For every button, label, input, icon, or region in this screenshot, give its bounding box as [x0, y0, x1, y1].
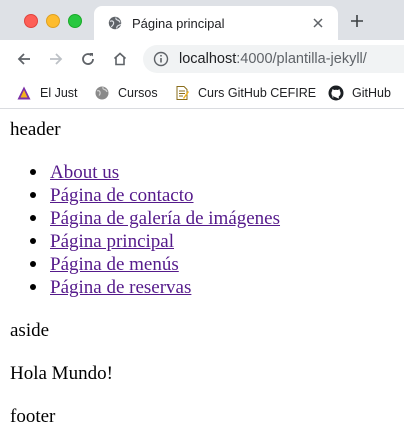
- header-text: header: [10, 119, 61, 140]
- globe-icon: [94, 85, 110, 101]
- bookmark-label: Curs GitHub CEFIRE: [198, 86, 317, 100]
- bookmark-github[interactable]: GitHub: [328, 85, 391, 101]
- globe-icon: [108, 16, 122, 30]
- bookmark-curs-github-cefire[interactable]: Curs GitHub CEFIRE: [174, 85, 316, 101]
- menu-link-contacto[interactable]: Página de contacto: [50, 185, 194, 206]
- close-window-button[interactable]: [24, 14, 38, 28]
- github-icon: [328, 85, 344, 101]
- triangle-logo-icon: [16, 85, 32, 101]
- close-tab-icon[interactable]: [310, 15, 326, 31]
- active-tab[interactable]: Página principal: [94, 6, 338, 40]
- menu-item: About us: [29, 161, 280, 184]
- forward-icon[interactable]: [46, 49, 66, 69]
- aside-text: aside: [10, 320, 50, 341]
- bookmark-label: El Just: [40, 86, 78, 100]
- menu-item: Página de reservas: [29, 276, 280, 299]
- bookmark-cursos[interactable]: Cursos: [94, 85, 158, 101]
- menu-link-reservas[interactable]: Página de reservas: [50, 277, 191, 298]
- back-icon[interactable]: [14, 49, 34, 69]
- url-text: localhost:4000/plantilla-jekyll/: [179, 51, 367, 67]
- browser-toolbar: localhost:4000/plantilla-jekyll/: [0, 40, 404, 78]
- home-icon[interactable]: [110, 49, 130, 69]
- menu-item: Página de menús: [29, 253, 280, 276]
- menu-link-menus[interactable]: Página de menús: [50, 254, 179, 275]
- menu-item: Página de galería de imágenes: [29, 207, 280, 230]
- minimize-window-button[interactable]: [46, 14, 60, 28]
- maximize-window-button[interactable]: [68, 14, 82, 28]
- window-controls: [24, 14, 82, 28]
- info-icon[interactable]: [153, 51, 169, 67]
- reload-icon[interactable]: [78, 49, 98, 69]
- new-tab-icon[interactable]: [348, 12, 366, 30]
- bookmark-label: Cursos: [118, 86, 158, 100]
- tab-title: Página principal: [132, 15, 225, 31]
- menu-item: Página de contacto: [29, 184, 280, 207]
- tab-strip: Página principal: [0, 0, 404, 40]
- footer-text: footer: [10, 406, 56, 427]
- bookmarks-bar: El Just Cursos Curs GitHub CEFIRE GitHub: [0, 78, 404, 109]
- url-host: localhost: [179, 51, 237, 67]
- address-bar[interactable]: localhost:4000/plantilla-jekyll/: [143, 45, 404, 73]
- bookmark-label: GitHub: [352, 86, 391, 100]
- url-path: :4000/plantilla-jekyll/: [236, 51, 367, 67]
- document-pen-icon: [174, 85, 190, 101]
- page-content: header About us Página de contacto Págin…: [0, 109, 404, 433]
- bookmark-el-just[interactable]: El Just: [16, 85, 78, 101]
- menu-link-principal[interactable]: Página principal: [50, 231, 174, 252]
- site-menu: About us Página de contacto Página de ga…: [10, 161, 280, 299]
- main-content-text: Hola Mundo!: [10, 363, 113, 384]
- menu-link-galeria[interactable]: Página de galería de imágenes: [50, 208, 280, 229]
- menu-link-about-us[interactable]: About us: [50, 162, 119, 183]
- menu-item: Página principal: [29, 230, 280, 253]
